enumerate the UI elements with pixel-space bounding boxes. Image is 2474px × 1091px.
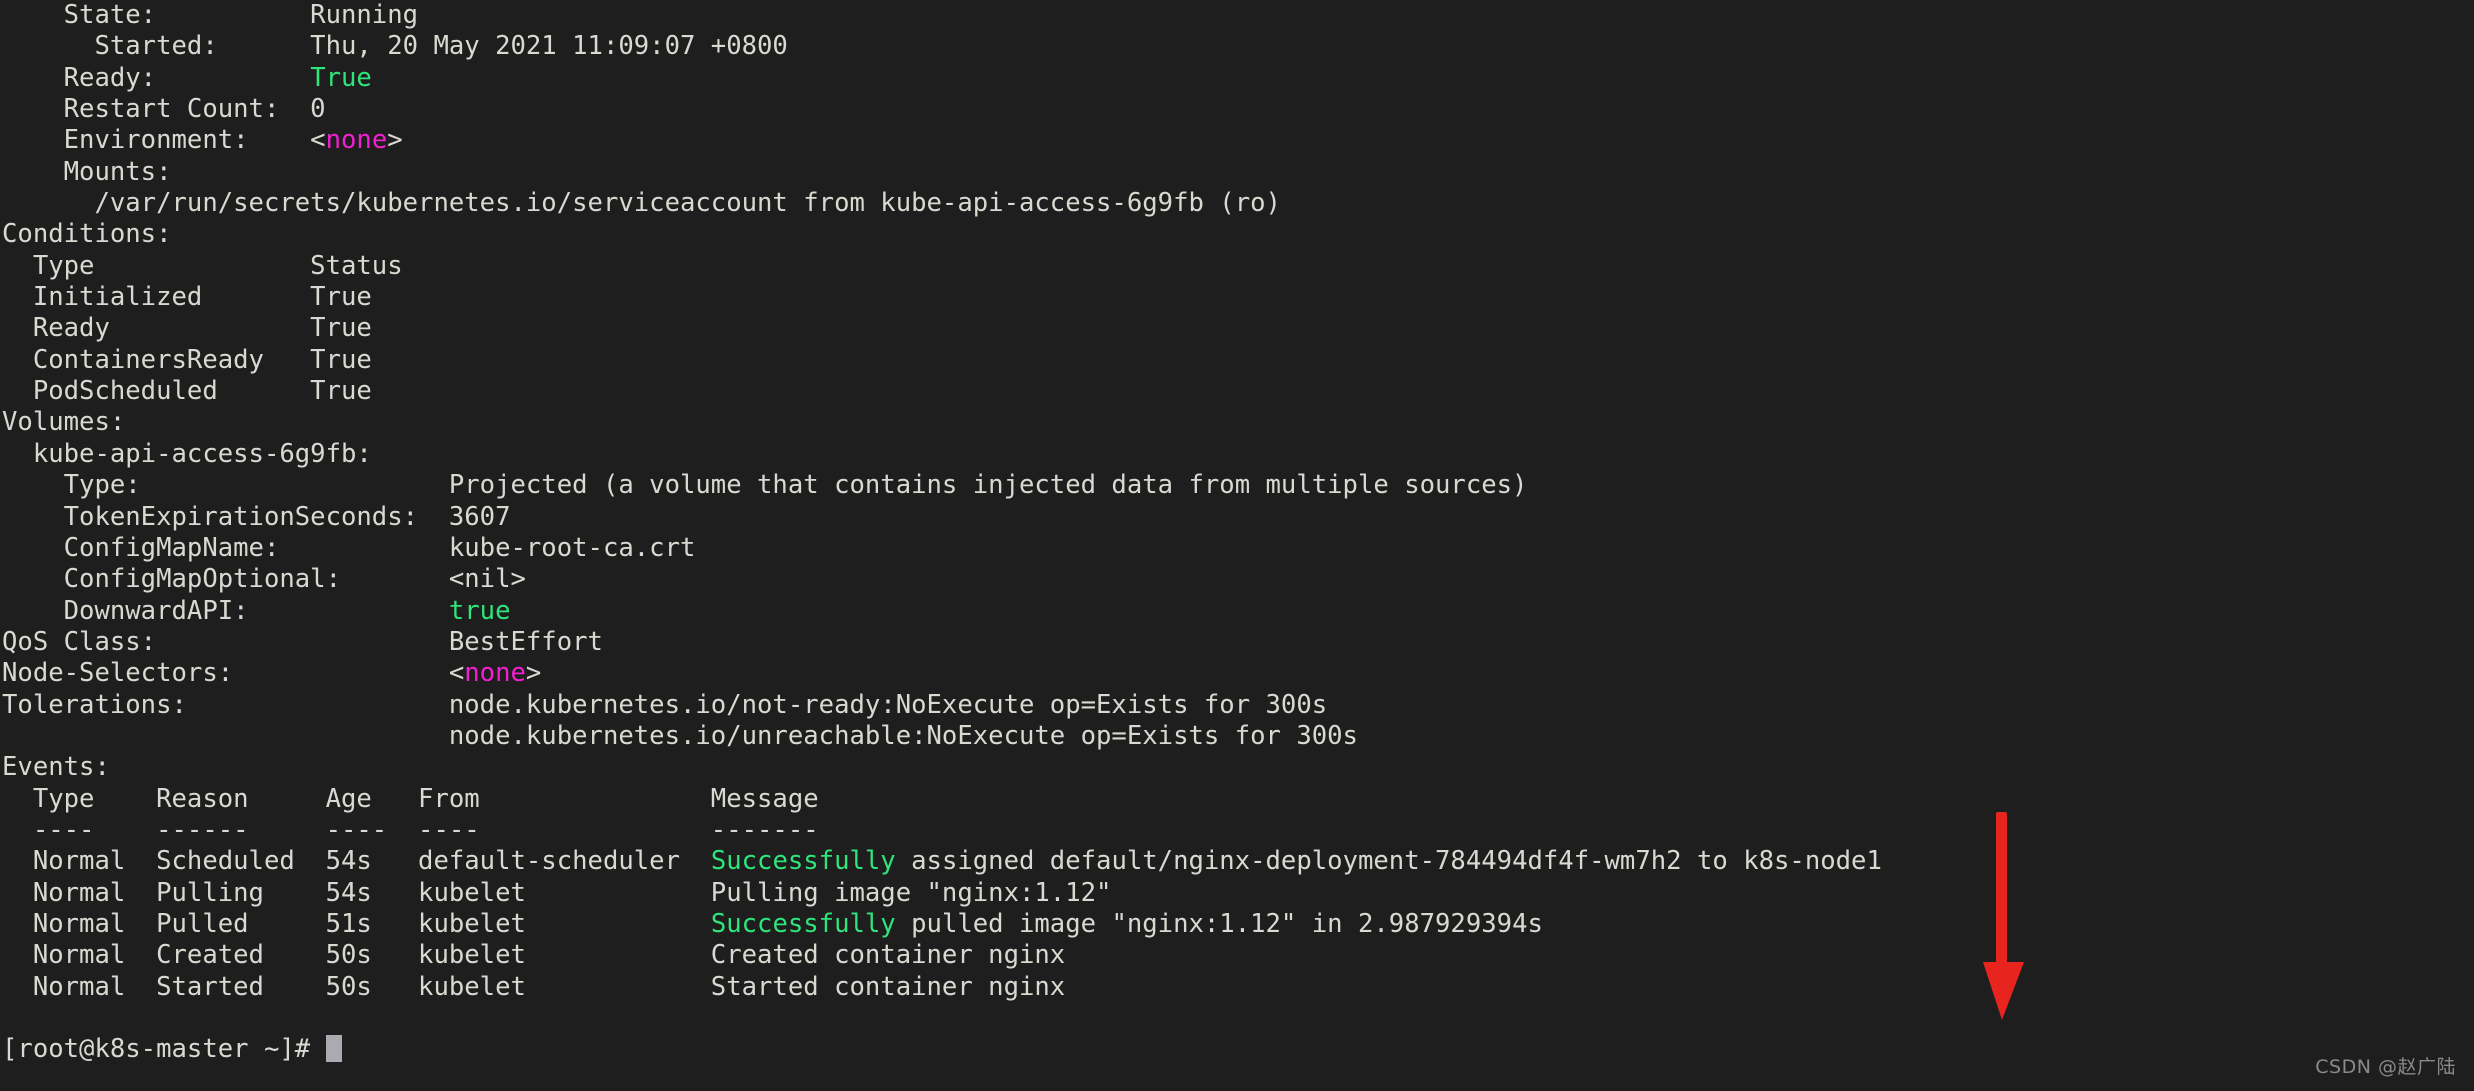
terminal-text: Initialized True <box>2 282 372 313</box>
terminal-line: ---- ------ ---- ---- ------- <box>2 815 1882 846</box>
terminal-text: ContainersReady True <box>2 344 372 375</box>
terminal-text: State: Running <box>2 0 419 30</box>
terminal-text: Tolerations: node.kubernetes.io/not-read… <box>2 689 1328 720</box>
terminal-text: Type Status <box>2 250 403 281</box>
terminal-line: Volumes: <box>2 407 1882 438</box>
terminal-text: Type Reason Age From Message <box>2 783 819 814</box>
terminal-line: Normal Pulled 51s kubelet Successfully p… <box>2 909 1882 940</box>
terminal-text: Normal Pulled 51s kubelet <box>2 908 711 939</box>
terminal-text: QoS Class: BestEffort <box>2 626 603 657</box>
terminal-text: ---- ------ ---- ---- ------- <box>2 814 819 845</box>
terminal-line: Events: <box>2 752 1882 783</box>
terminal-text: Volumes: <box>2 407 126 438</box>
terminal-text: Mounts: <box>2 156 172 187</box>
terminal-text: true <box>448 595 511 626</box>
terminal-text: ConfigMapOptional: <nil> <box>2 564 526 595</box>
terminal-line: Tolerations: node.kubernetes.io/not-read… <box>2 690 1882 721</box>
terminal-text: pulled image "nginx:1.12" in 2.987929394… <box>895 908 1543 939</box>
terminal-line: /var/run/secrets/kubernetes.io/serviceac… <box>2 188 1882 219</box>
terminal-line: kube-api-access-6g9fb: <box>2 439 1882 470</box>
terminal-line: Normal Created 50s kubelet Created conta… <box>2 940 1882 971</box>
text-cursor <box>325 1035 343 1063</box>
terminal-text: > <box>387 125 403 156</box>
terminal-text: Normal Scheduled 54s default-scheduler <box>2 846 711 877</box>
terminal-line: State: Running <box>2 0 1882 31</box>
terminal-text: Type: Projected (a volume that contains … <box>2 470 1528 501</box>
terminal-window[interactable]: State: Running Started: Thu, 20 May 2021… <box>0 0 2474 1091</box>
terminal-line: [root@k8s-master ~]# <box>2 1034 1882 1065</box>
terminal-line: Node-Selectors: <none> <box>2 658 1882 689</box>
terminal-line: Environment: <none> <box>2 125 1882 156</box>
terminal-text: Conditions: <box>2 219 172 250</box>
terminal-line: ContainersReady True <box>2 345 1882 376</box>
terminal-line: QoS Class: BestEffort <box>2 627 1882 658</box>
terminal-text: none <box>325 125 388 156</box>
terminal-line: Started: Thu, 20 May 2021 11:09:07 +0800 <box>2 31 1882 62</box>
down-arrow-annotation <box>1983 812 2024 1020</box>
terminal-line: Ready: True <box>2 63 1882 94</box>
terminal-text: Successfully <box>710 908 896 939</box>
terminal-line: DownwardAPI: true <box>2 596 1882 627</box>
terminal-line: ConfigMapName: kube-root-ca.crt <box>2 533 1882 564</box>
terminal-line: Type Reason Age From Message <box>2 784 1882 815</box>
terminal-text: Events: <box>2 752 110 783</box>
terminal-text: assigned default/nginx-deployment-784494… <box>895 846 1882 877</box>
terminal-line: Normal Pulling 54s kubelet Pulling image… <box>2 878 1882 909</box>
terminal-text: Normal Pulling 54s kubelet Pulling image… <box>2 877 1112 908</box>
terminal-output: State: Running Started: Thu, 20 May 2021… <box>2 0 1882 1066</box>
terminal-text: Ready True <box>2 313 372 344</box>
terminal-text: > <box>525 658 542 689</box>
terminal-text: Ready: <box>2 62 311 93</box>
terminal-line: Restart Count: 0 <box>2 94 1882 125</box>
terminal-text: True <box>310 62 372 93</box>
terminal-text: /var/run/secrets/kubernetes.io/serviceac… <box>2 188 1281 219</box>
terminal-text: PodScheduled True <box>2 376 372 407</box>
terminal-line: Type: Projected (a volume that contains … <box>2 470 1882 501</box>
terminal-text: Node-Selectors: < <box>2 658 465 689</box>
terminal-text: none <box>464 658 526 689</box>
terminal-text: [root@k8s-master ~]# <box>2 1034 326 1065</box>
csdn-watermark: CSDN @赵广陆 <box>2315 1055 2456 1078</box>
terminal-text: Normal Started 50s kubelet Started conta… <box>2 971 1066 1002</box>
terminal-line: node.kubernetes.io/unreachable:NoExecute… <box>2 721 1882 752</box>
terminal-text: Environment: < <box>2 125 326 156</box>
terminal-line: PodScheduled True <box>2 376 1882 407</box>
down-arrow-icon <box>1983 812 2024 1020</box>
terminal-line: Ready True <box>2 313 1882 344</box>
terminal-text: TokenExpirationSeconds: 3607 <box>2 501 511 532</box>
terminal-text: Restart Count: 0 <box>2 94 326 125</box>
terminal-text: Normal Created 50s kubelet Created conta… <box>2 940 1066 971</box>
terminal-line: Initialized True <box>2 282 1882 313</box>
terminal-line: Normal Started 50s kubelet Started conta… <box>2 972 1882 1003</box>
terminal-line: TokenExpirationSeconds: 3607 <box>2 502 1882 533</box>
terminal-line: Normal Scheduled 54s default-scheduler S… <box>2 846 1882 877</box>
terminal-line: Conditions: <box>2 219 1882 250</box>
terminal-text: ConfigMapName: kube-root-ca.crt <box>2 532 696 563</box>
terminal-text: kube-api-access-6g9fb: <box>2 438 372 469</box>
terminal-text: DownwardAPI: <box>2 595 449 626</box>
terminal-text: Successfully <box>710 846 896 877</box>
terminal-line: ConfigMapOptional: <nil> <box>2 564 1882 595</box>
terminal-line: Mounts: <box>2 157 1882 188</box>
terminal-text: node.kubernetes.io/unreachable:NoExecute… <box>2 720 1358 751</box>
terminal-line: Type Status <box>2 251 1882 282</box>
terminal-text: Started: Thu, 20 May 2021 11:09:07 +0800 <box>2 31 788 62</box>
